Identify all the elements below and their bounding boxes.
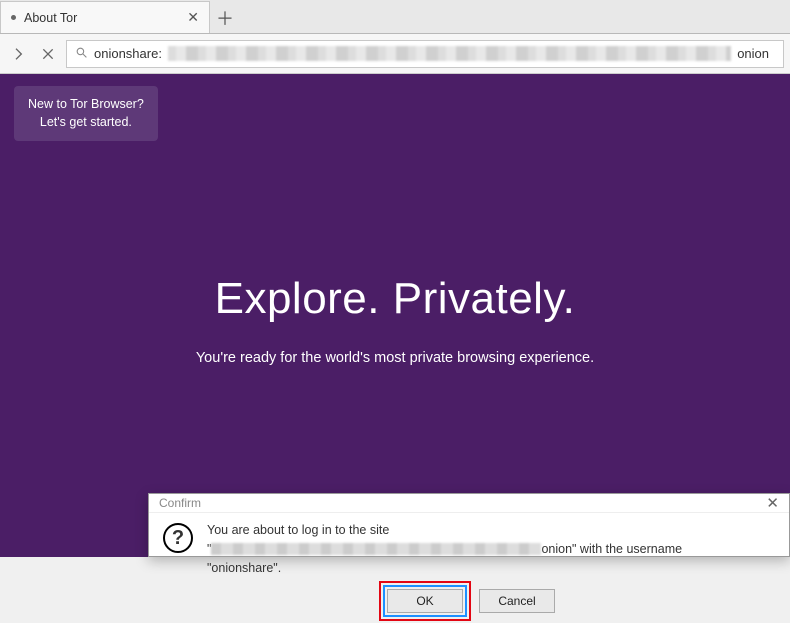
- cancel-button[interactable]: Cancel: [479, 589, 555, 613]
- tab-about-tor[interactable]: About Tor ✕: [0, 1, 210, 33]
- url-redacted: [168, 46, 731, 61]
- dialog-footer: OK Cancel: [149, 585, 789, 623]
- search-icon: [75, 46, 88, 62]
- dialog-line1: You are about to log in to the site: [207, 521, 775, 540]
- site-redacted: [211, 543, 541, 555]
- hero-title: Explore. Privately.: [0, 274, 790, 324]
- dialog-line3: "onionshare".: [207, 559, 775, 578]
- tab-favicon: [11, 15, 16, 20]
- dialog-header: Confirm ✕: [149, 494, 789, 513]
- dialog-body: ? You are about to log in to the site "o…: [149, 513, 789, 585]
- stop-button[interactable]: [36, 42, 60, 66]
- hero: Explore. Privately. You're ready for the…: [0, 274, 790, 366]
- ok-button[interactable]: OK: [387, 589, 463, 613]
- url-bar[interactable]: onionshare: onion: [66, 40, 784, 68]
- question-icon: ?: [163, 523, 193, 553]
- close-tab-icon[interactable]: ✕: [187, 9, 199, 26]
- dialog-line2-suffix: onion" with the username: [541, 542, 682, 556]
- hero-subtitle: You're ready for the world's most privat…: [0, 350, 790, 366]
- onboarding-tooltip[interactable]: New to Tor Browser? Let's get started.: [14, 86, 158, 141]
- url-suffix: onion: [737, 46, 775, 61]
- tab-title: About Tor: [24, 11, 77, 25]
- page-content: New to Tor Browser? Let's get started. E…: [0, 74, 790, 557]
- dialog-line2: "onion" with the username: [207, 540, 775, 559]
- url-prefix: onionshare:: [94, 46, 162, 61]
- confirm-dialog: Confirm ✕ ? You are about to log in to t…: [148, 493, 790, 557]
- ok-highlight: OK: [383, 585, 467, 617]
- forward-button[interactable]: [6, 42, 30, 66]
- tooltip-line2: Let's get started.: [28, 114, 144, 132]
- tooltip-line1: New to Tor Browser?: [28, 96, 144, 114]
- close-icon[interactable]: ✕: [766, 494, 779, 512]
- dialog-message: You are about to log in to the site "oni…: [207, 521, 775, 577]
- dialog-title: Confirm: [159, 496, 201, 510]
- new-tab-button[interactable]: ＋: [210, 3, 240, 33]
- tab-bar: About Tor ✕ ＋: [0, 0, 790, 34]
- toolbar: onionshare: onion: [0, 34, 790, 74]
